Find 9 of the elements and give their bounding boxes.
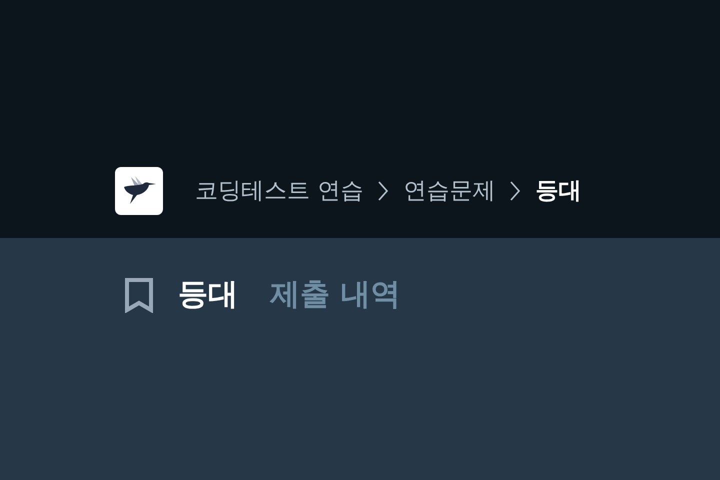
chevron-right-icon [377, 180, 390, 202]
breadcrumb-link[interactable]: 코딩테스트 연습 [195, 174, 364, 208]
breadcrumb-link[interactable]: 등대 [535, 174, 582, 208]
tab[interactable]: 등대 [178, 272, 238, 317]
breadcrumb-link[interactable]: 연습문제 [403, 174, 496, 208]
tab[interactable]: 제출 내역 [270, 272, 400, 317]
chevron-right-icon [509, 180, 522, 202]
bird-logo-icon[interactable] [115, 167, 163, 215]
bookmark-icon[interactable] [124, 276, 154, 312]
